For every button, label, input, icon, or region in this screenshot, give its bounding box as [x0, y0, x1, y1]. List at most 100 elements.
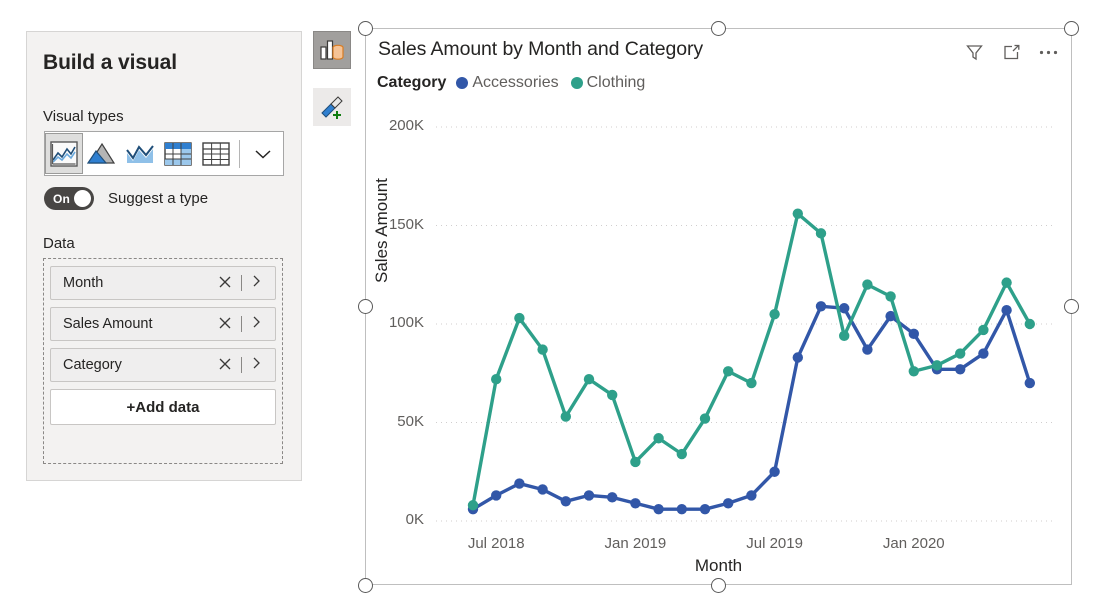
data-point — [630, 456, 641, 468]
data-point — [815, 301, 827, 312]
field-name: Month — [63, 275, 104, 291]
expand-field-icon[interactable] — [246, 315, 265, 333]
chevron-down-icon — [255, 149, 271, 159]
data-point — [955, 364, 966, 375]
divider — [241, 357, 242, 373]
visual-type-line-chart[interactable] — [45, 133, 83, 174]
data-point — [676, 503, 687, 515]
data-point — [653, 433, 664, 444]
resize-handle-bottom-left[interactable] — [358, 578, 373, 593]
close-icon — [219, 276, 231, 287]
data-point — [908, 366, 919, 377]
suggest-a-type-toggle[interactable]: On — [44, 187, 94, 210]
resize-handle-middle-right[interactable] — [1064, 299, 1079, 314]
data-point — [815, 228, 827, 239]
remove-field-icon[interactable] — [213, 275, 237, 292]
data-point — [514, 312, 525, 324]
divider — [241, 275, 242, 291]
data-point — [746, 377, 757, 389]
data-point — [862, 279, 873, 290]
line-chart-icon — [50, 140, 78, 167]
field-pill-category[interactable]: Category — [50, 348, 276, 382]
add-data-button[interactable]: +Add data — [50, 389, 276, 425]
data-point — [630, 498, 641, 509]
data-point — [792, 352, 803, 363]
visual-type-matrix[interactable] — [159, 133, 197, 174]
data-point — [839, 303, 850, 314]
resize-handle-top-left[interactable] — [358, 21, 373, 36]
field-name: Sales Amount — [63, 316, 153, 332]
data-fields-well: Month Sales Amount Category +Add data — [43, 258, 283, 464]
visual-container[interactable]: Sales Amount by Month and Category Categ… — [365, 28, 1072, 585]
expand-field-icon[interactable] — [246, 274, 265, 292]
data-point — [491, 373, 502, 385]
chevron-right-icon — [253, 357, 260, 369]
data-point — [699, 503, 711, 515]
toggle-state-label: On — [53, 191, 71, 206]
build-a-visual-pane: Build a visual Visual types On Suggest a… — [26, 31, 302, 481]
line-area-chart-icon — [126, 144, 154, 163]
data-point — [514, 478, 525, 489]
data-point — [653, 503, 664, 515]
close-icon — [219, 358, 231, 369]
data-point — [607, 492, 618, 503]
more-visual-types-button[interactable] — [246, 133, 280, 174]
remove-field-icon[interactable] — [213, 357, 237, 374]
chart-svg — [436, 126, 1055, 522]
suggest-a-type-label: Suggest a type — [108, 190, 209, 207]
data-point — [583, 373, 595, 385]
visual-types-gallery — [44, 131, 284, 176]
suggest-a-type-row: On Suggest a type — [44, 187, 208, 210]
visual-types-label: Visual types — [43, 108, 124, 125]
data-point — [560, 411, 571, 422]
build-visual-button[interactable] — [313, 31, 351, 69]
pane-title: Build a visual — [43, 51, 177, 74]
toggle-knob — [74, 190, 91, 207]
data-point — [1024, 318, 1035, 330]
resize-handle-top-right[interactable] — [1064, 21, 1079, 36]
data-point — [908, 328, 919, 340]
bar-chart-data-icon — [320, 40, 344, 60]
data-point — [746, 490, 757, 501]
table-icon — [202, 141, 230, 166]
resize-handle-middle-left[interactable] — [358, 299, 373, 314]
data-point — [839, 330, 850, 342]
data-section-label: Data — [43, 235, 75, 252]
data-point — [699, 413, 711, 424]
chevron-right-icon — [253, 275, 260, 287]
visual-type-area-chart[interactable] — [83, 133, 121, 174]
data-point — [955, 348, 966, 359]
field-pill-month[interactable]: Month — [50, 266, 276, 300]
data-point — [862, 344, 873, 355]
visual-type-line-area-chart[interactable] — [121, 133, 159, 174]
series-line-clothing — [471, 211, 1032, 507]
field-name: Category — [63, 357, 122, 373]
data-point — [537, 484, 548, 495]
data-point — [769, 466, 780, 477]
data-point — [583, 490, 595, 501]
data-point — [676, 448, 687, 460]
data-point — [1001, 277, 1012, 288]
visual-type-table[interactable] — [197, 133, 235, 174]
format-visual-button[interactable] — [313, 88, 351, 126]
plot-area: 0K 50K 100K 150K 200K Jul 2018 Jan 2019 Jul 20… — [366, 29, 1071, 584]
resize-handle-top-center[interactable] — [711, 21, 726, 36]
expand-field-icon[interactable] — [246, 356, 265, 374]
divider — [241, 316, 242, 332]
data-point — [537, 344, 548, 355]
field-pill-sales-amount[interactable]: Sales Amount — [50, 307, 276, 341]
matrix-icon — [164, 141, 192, 166]
data-point — [607, 389, 618, 401]
data-point — [723, 498, 734, 509]
close-icon — [219, 317, 231, 328]
data-point — [792, 208, 803, 219]
data-point — [491, 490, 502, 501]
data-point — [1024, 377, 1035, 389]
data-point — [885, 291, 896, 302]
resize-handle-bottom-center[interactable] — [711, 578, 726, 593]
remove-field-icon[interactable] — [213, 316, 237, 333]
data-point — [560, 496, 571, 507]
data-point — [931, 360, 943, 371]
data-point — [978, 348, 989, 359]
data-point — [723, 366, 734, 377]
